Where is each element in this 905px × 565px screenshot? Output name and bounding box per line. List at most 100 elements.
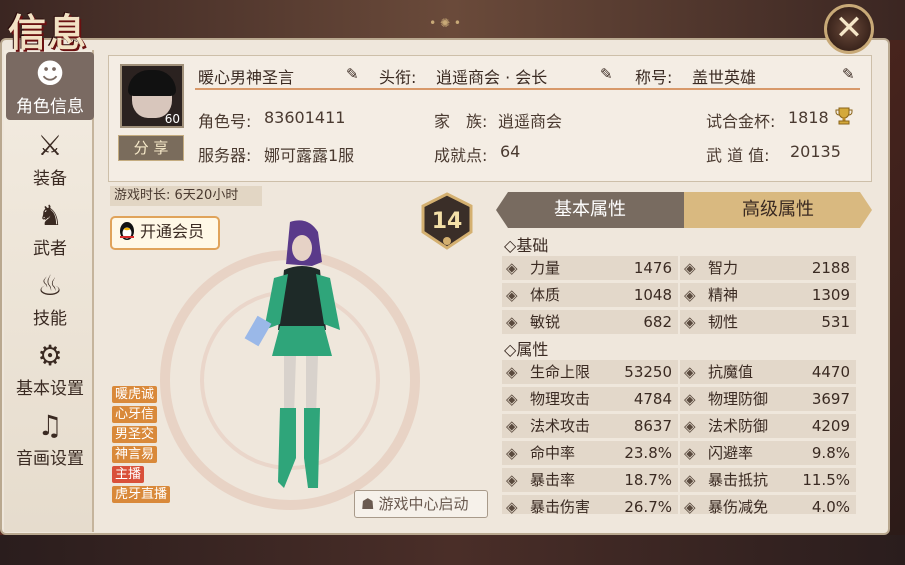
nickname-value: 盖世英雄 — [692, 68, 757, 87]
attribute-row: ◈ 暴伤减免 4.0% — [680, 495, 856, 514]
streamer-tag: 暖虎诚 — [112, 386, 158, 403]
attribute-row: ◈ 暴击抵抗 11.5% — [680, 468, 856, 492]
attribute-list[interactable]: ◇基础 ◇属性 ◈ 力量 1476 ◈ 智力 2188 ◈ 体质 1048 ◈ 精神 1309 ◈ 敏锐 6… — [496, 228, 872, 514]
attribute-icon: ◈ — [506, 444, 518, 462]
trial-cup-label: 试合金杯: — [706, 112, 776, 131]
edit-nickname-icon[interactable]: ✎ — [842, 66, 858, 82]
attribute-value: 4209 — [811, 417, 850, 435]
streamer-tag: 主播 — [112, 466, 145, 483]
penguin-icon: ☗ — [361, 495, 375, 513]
attribute-value: 1048 — [633, 286, 672, 304]
streamer-tag: 神言易 — [112, 446, 158, 463]
qq-penguin-icon — [120, 222, 134, 240]
sidebar-item-3[interactable]: ♨ 技能 — [6, 264, 94, 332]
sidebar-item-4[interactable]: ⚙ 基本设置 — [6, 334, 94, 402]
attribute-icon: ◈ — [684, 313, 696, 331]
tab-basic-attributes[interactable]: 基本属性 — [496, 192, 684, 228]
server-label: 服务器: — [198, 146, 252, 165]
diamond-icon: ◇ — [504, 340, 517, 359]
attribute-row: ◈ 精神 1309 — [680, 283, 856, 307]
role-id-label: 角色号: — [198, 112, 252, 131]
attribute-icon: ◈ — [684, 286, 696, 304]
streamer-tag: 虎牙直播 — [112, 486, 171, 503]
vip-button[interactable]: 开通会员 — [110, 216, 220, 250]
attribute-icon: ◈ — [684, 498, 696, 514]
sidebar-item-label: 装备 — [33, 169, 67, 189]
attribute-row: ◈ 抗魔值 4470 — [680, 360, 856, 384]
attribute-value: 4470 — [811, 363, 850, 381]
attribute-name: 智力 — [708, 259, 739, 277]
sidebar-item-5[interactable]: ♫ 音画设置 — [6, 404, 94, 472]
attribute-row: ◈ 命中率 23.8% — [502, 441, 678, 465]
attribute-row: ◈ 物理防御 3697 — [680, 387, 856, 411]
game-center-button[interactable]: ☗ 游戏中心启动 — [354, 490, 488, 518]
level-badge: 14 — [421, 192, 473, 250]
attribute-value: 9.8% — [811, 444, 850, 462]
martial-value: 20135 — [790, 142, 841, 161]
server-value: 娜可露露1服 — [264, 146, 355, 165]
attribute-icon: ◈ — [506, 313, 518, 331]
attribute-icon: ◈ — [684, 363, 696, 381]
game-center-label: 游戏中心启动 — [378, 495, 469, 513]
attribute-icon: ◈ — [506, 363, 518, 381]
nickname-label: 称号: — [635, 68, 673, 87]
player-name: 暖心男神圣言 — [198, 68, 295, 87]
page-title: 信息 — [8, 10, 89, 55]
divider — [195, 88, 860, 90]
attribute-name: 暴击抵抗 — [708, 471, 769, 489]
attribute-row: ◈ 敏锐 682 — [502, 310, 678, 334]
settings-gear-icon: ⚙ — [37, 339, 63, 372]
close-button[interactable]: ✕ — [824, 4, 874, 54]
edit-title-icon[interactable]: ✎ — [600, 66, 616, 82]
sidebar-item-label: 音画设置 — [16, 449, 84, 469]
attribute-tabs: 基本属性 高级属性 — [496, 192, 872, 228]
attribute-row: ◈ 暴击率 18.7% — [502, 468, 678, 492]
attribute-icon: ◈ — [506, 259, 518, 277]
attribute-name: 力量 — [530, 259, 561, 277]
avatar-level: 60 — [164, 112, 180, 126]
share-button[interactable]: 分 享 — [118, 135, 184, 161]
sidebar-item-1[interactable]: ⚔ 装备 — [6, 124, 94, 192]
attribute-value: 1476 — [633, 259, 672, 277]
attribute-row: ◈ 生命上限 53250 — [502, 360, 678, 384]
attribute-icon: ◈ — [506, 390, 518, 408]
attribute-row: ◈ 闪避率 9.8% — [680, 441, 856, 465]
sidebar-item-0[interactable]: ☻ 角色信息 — [6, 52, 94, 120]
attribute-name: 体质 — [530, 286, 561, 304]
attribute-row: ◈ 智力 2188 — [680, 256, 856, 280]
game-window: • ✺ • ☻ 角色信息 ⚔ 装备 ♞ 武者 ♨ 技能 ⚙ 基本设置 ♫ 音画设置 信息 ✕ 60 分… — [0, 0, 905, 565]
achievement-value: 64 — [500, 142, 521, 161]
character-model[interactable] — [240, 218, 360, 494]
attribute-row: ◈ 体质 1048 — [502, 283, 678, 307]
attribute-row: ◈ 法术攻击 8637 — [502, 414, 678, 438]
attribute-value: 4784 — [633, 390, 672, 408]
streamer-tag: 心牙信 — [112, 406, 158, 423]
attribute-name: 法术防御 — [708, 417, 769, 435]
vip-label: 开通会员 — [140, 222, 205, 241]
attribute-value: 23.8% — [624, 444, 672, 462]
role-id: 83601411 — [264, 108, 346, 127]
tab-advanced-attributes[interactable]: 高级属性 — [684, 192, 872, 228]
sidebar-item-label: 角色信息 — [16, 97, 84, 117]
trophy-icon[interactable] — [834, 106, 854, 126]
edit-name-icon[interactable]: ✎ — [346, 66, 362, 82]
warrior-icon: ♞ — [37, 199, 63, 232]
achievement-label: 成就点: — [434, 146, 488, 165]
avatar[interactable]: 60 — [120, 64, 184, 128]
attribute-name: 命中率 — [530, 444, 576, 462]
family-label: 家 族: — [434, 112, 488, 131]
attribute-value: 3697 — [811, 390, 850, 408]
section-attr-heading: ◇属性 — [504, 340, 549, 359]
attribute-name: 生命上限 — [530, 363, 591, 381]
attribute-icon: ◈ — [684, 417, 696, 435]
character-level: 14 — [432, 209, 463, 234]
attribute-value: 18.7% — [624, 471, 672, 489]
ornament-icon: • ✺ • — [429, 16, 461, 30]
attribute-icon: ◈ — [506, 417, 518, 435]
sidebar-item-2[interactable]: ♞ 武者 — [6, 194, 94, 262]
attribute-icon: ◈ — [506, 286, 518, 304]
attribute-row: ◈ 法术防御 4209 — [680, 414, 856, 438]
close-icon: ✕ — [834, 8, 864, 48]
attribute-value: 8637 — [633, 417, 672, 435]
attribute-row: ◈ 韧性 531 — [680, 310, 856, 334]
